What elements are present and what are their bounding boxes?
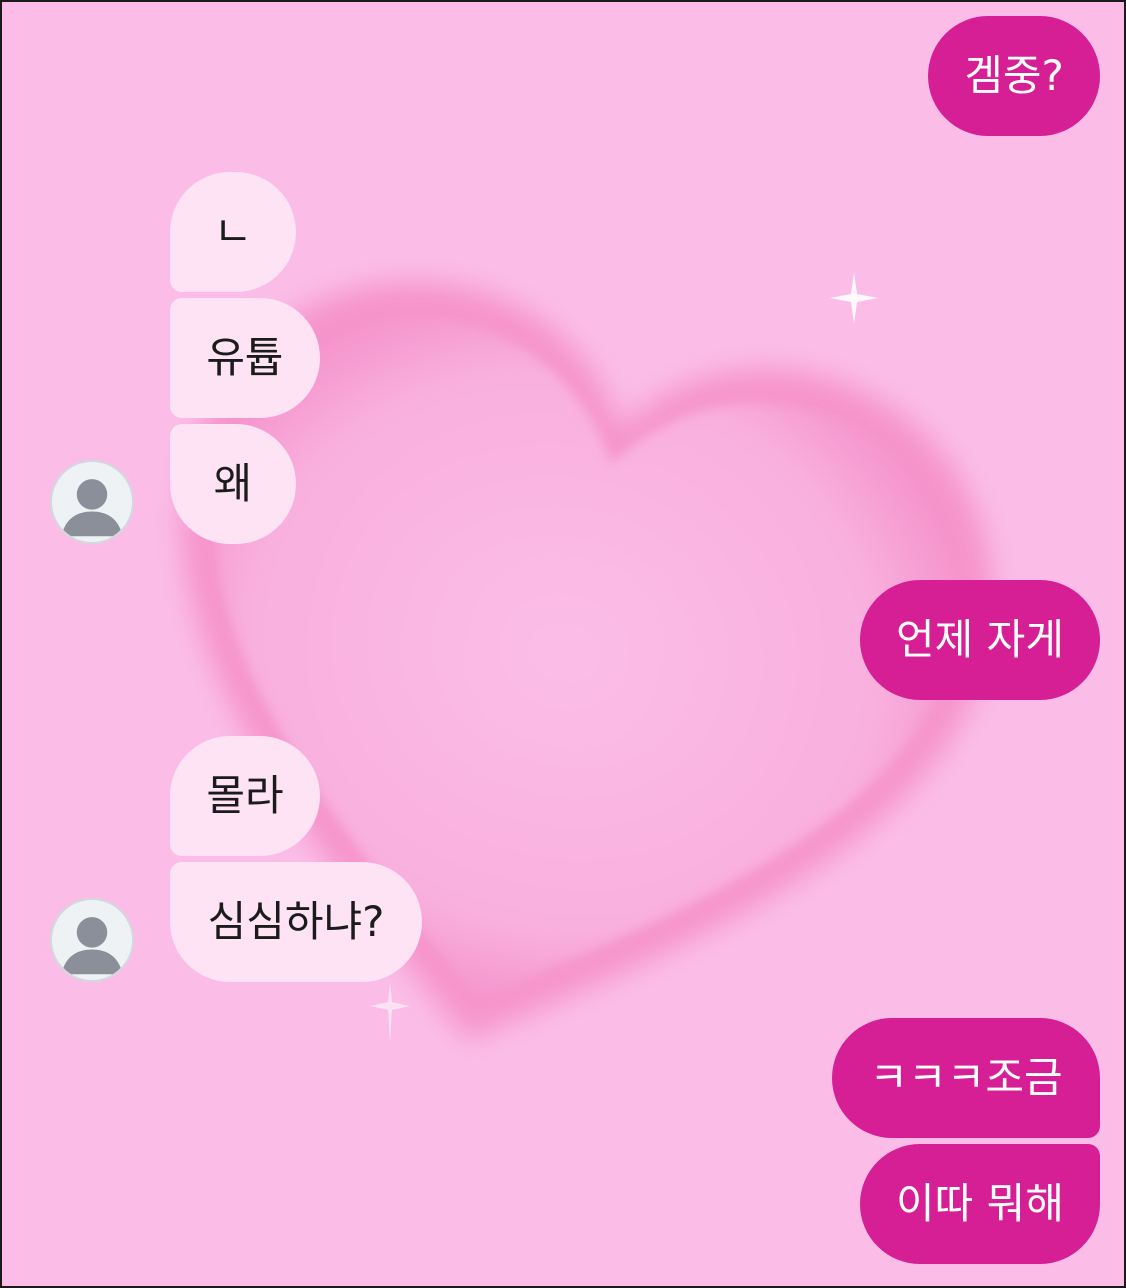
outgoing-message[interactable]: ㅋㅋㅋ조금 — [832, 1018, 1100, 1138]
message-text: 왜 — [213, 459, 253, 508]
outgoing-message[interactable]: 이따 뭐해 — [860, 1144, 1100, 1264]
default-person-icon — [61, 479, 123, 537]
message-text: 심심하냐? — [207, 897, 385, 946]
chat-screen: 겜중? ㄴ 유튭 왜 언제 자게 몰라 심심하냐? ㅋㅋㅋ조금 이따 뭐해 — [0, 0, 1126, 1288]
incoming-message[interactable]: 유튭 — [170, 298, 320, 418]
message-text: 언제 자게 — [896, 615, 1064, 664]
incoming-message[interactable]: ㄴ — [170, 172, 296, 292]
message-text: 몰라 — [206, 771, 284, 820]
outgoing-message[interactable]: 겜중? — [928, 16, 1100, 136]
outgoing-message[interactable]: 언제 자게 — [860, 580, 1100, 700]
message-text: 이따 뭐해 — [896, 1179, 1064, 1228]
incoming-message[interactable]: 왜 — [170, 424, 296, 544]
friend-avatar[interactable] — [50, 460, 134, 544]
sparkle-icon — [830, 272, 878, 324]
incoming-message[interactable]: 몰라 — [170, 736, 320, 856]
sparkle-icon — [370, 982, 410, 1042]
message-text: 겜중? — [964, 51, 1064, 100]
message-text: ㅋㅋㅋ조금 — [869, 1053, 1063, 1102]
friend-avatar[interactable] — [50, 898, 134, 982]
message-text: ㄴ — [213, 207, 253, 256]
message-text: 유튭 — [206, 333, 284, 382]
default-person-icon — [61, 917, 123, 975]
incoming-message[interactable]: 심심하냐? — [170, 862, 422, 982]
